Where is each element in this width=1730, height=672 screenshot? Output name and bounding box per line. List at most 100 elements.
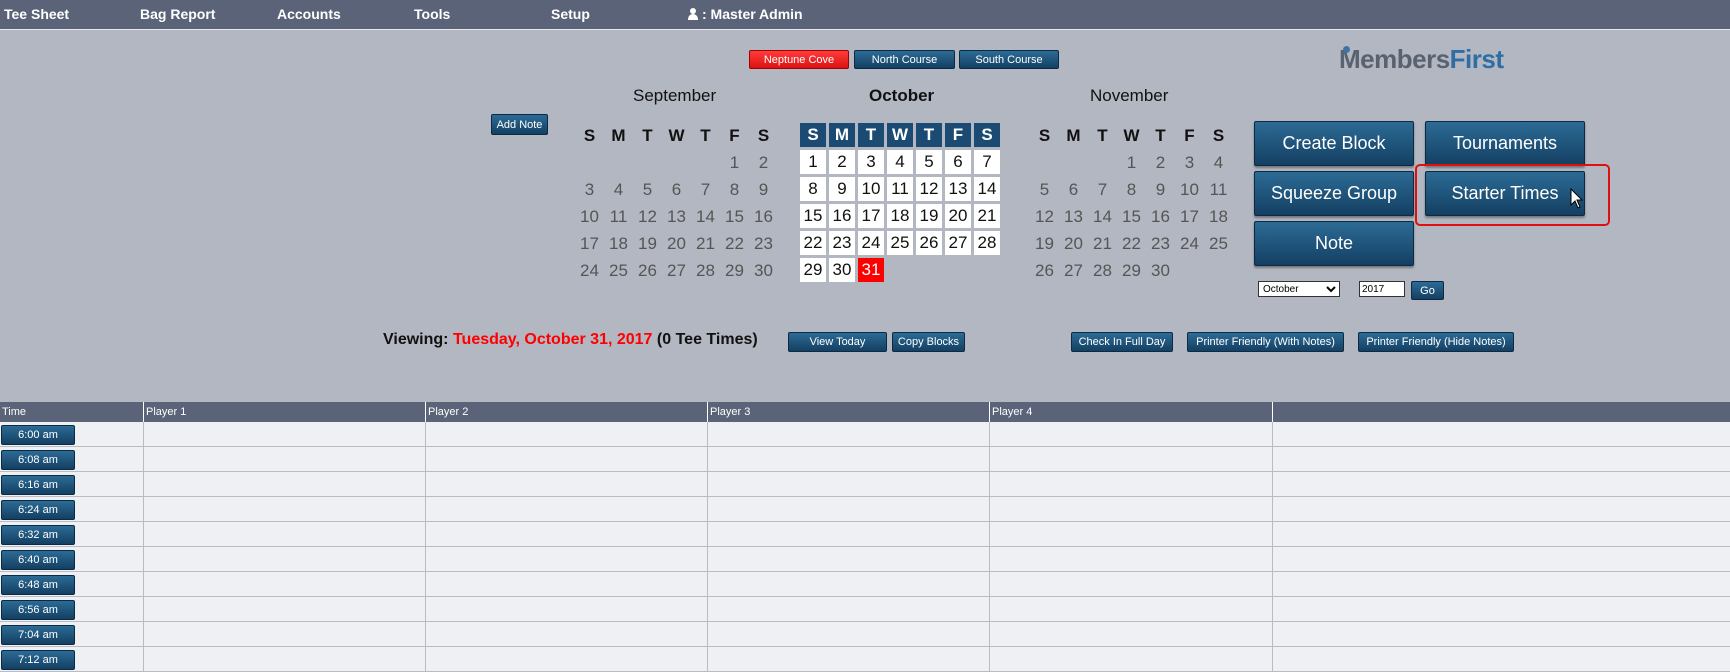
calendar-october-day[interactable]: 8 [800,177,826,201]
course-tab-neptune-cove[interactable]: Neptune Cove [749,50,849,69]
calendar-september-day[interactable]: 16 [750,204,777,229]
printer-friendly-with-notes-button[interactable]: Printer Friendly (With Notes) [1187,332,1344,352]
calendar-october-day[interactable]: 19 [916,204,942,228]
calendar-october-day[interactable]: 20 [945,204,971,228]
tee-time-button[interactable]: 6:32 am [1,525,75,545]
calendar-november-day[interactable]: 1 [1118,150,1145,175]
month-select[interactable]: October [1258,281,1340,297]
copy-blocks-button[interactable]: Copy Blocks [892,332,965,352]
calendar-september-day[interactable]: 13 [663,204,690,229]
calendar-november-day[interactable]: 2 [1147,150,1174,175]
calendar-november-day[interactable]: 7 [1089,177,1116,202]
calendar-october-day[interactable]: 10 [858,177,884,201]
calendar-october-day[interactable]: 6 [945,150,971,174]
calendar-october-day[interactable]: 2 [829,150,855,174]
tee-time-button[interactable]: 6:08 am [1,450,75,470]
calendar-october-day[interactable]: 26 [916,231,942,255]
calendar-september-day[interactable]: 21 [692,231,719,256]
calendar-september-day[interactable]: 17 [576,231,603,256]
calendar-november-day[interactable]: 10 [1176,177,1203,202]
calendar-november-day[interactable]: 8 [1118,177,1145,202]
calendar-september-day[interactable]: 24 [576,258,603,283]
calendar-november-day[interactable]: 26 [1031,258,1058,283]
calendar-september-day[interactable]: 18 [605,231,632,256]
calendar-september-day[interactable]: 4 [605,177,632,202]
calendar-november-day[interactable]: 14 [1089,204,1116,229]
nav-setup[interactable]: Setup [551,6,590,22]
tee-time-button[interactable]: 6:16 am [1,475,75,495]
calendar-november-day[interactable]: 24 [1176,231,1203,256]
calendar-november-day[interactable]: 30 [1147,258,1174,283]
calendar-october-day[interactable]: 13 [945,177,971,201]
nav-bag-report[interactable]: Bag Report [140,6,215,22]
calendar-october-day[interactable]: 12 [916,177,942,201]
nav-tools[interactable]: Tools [414,6,450,22]
calendar-november-day[interactable]: 21 [1089,231,1116,256]
calendar-november-day[interactable]: 5 [1031,177,1058,202]
calendar-october-day[interactable]: 22 [800,231,826,255]
calendar-september-day[interactable]: 11 [605,204,632,229]
tee-time-button[interactable]: 7:12 am [1,650,75,670]
calendar-october-day[interactable]: 27 [945,231,971,255]
tee-time-button[interactable]: 6:00 am [1,425,75,445]
calendar-november-day[interactable]: 6 [1060,177,1087,202]
note-button[interactable]: Note [1254,221,1414,266]
calendar-october-day[interactable]: 14 [974,177,1000,201]
tee-time-button[interactable]: 6:48 am [1,575,75,595]
calendar-november-day[interactable]: 29 [1118,258,1145,283]
calendar-september-day[interactable]: 10 [576,204,603,229]
calendar-september-day[interactable]: 2 [750,150,777,175]
calendar-september-day[interactable]: 29 [721,258,748,283]
calendar-september-day[interactable]: 23 [750,231,777,256]
calendar-november-day[interactable]: 27 [1060,258,1087,283]
calendar-october-day[interactable]: 1 [800,150,826,174]
calendar-november-day[interactable]: 18 [1205,204,1232,229]
calendar-october-day[interactable]: 16 [829,204,855,228]
tournaments-button[interactable]: Tournaments [1425,121,1585,166]
nav-accounts[interactable]: Accounts [277,6,341,22]
calendar-september-day[interactable]: 26 [634,258,661,283]
calendar-september-day[interactable]: 12 [634,204,661,229]
calendar-september-day[interactable]: 25 [605,258,632,283]
calendar-october-day[interactable]: 29 [800,258,826,282]
calendar-october-day[interactable]: 30 [829,258,855,282]
calendar-october-day[interactable]: 24 [858,231,884,255]
calendar-october-day[interactable]: 7 [974,150,1000,174]
calendar-november-day[interactable]: 9 [1147,177,1174,202]
tee-time-button[interactable]: 6:56 am [1,600,75,620]
course-tab-south-course[interactable]: South Course [959,50,1059,69]
calendar-november-day[interactable]: 19 [1031,231,1058,256]
create-block-button[interactable]: Create Block [1254,121,1414,166]
calendar-november-day[interactable]: 23 [1147,231,1174,256]
calendar-september-day[interactable]: 3 [576,177,603,202]
calendar-september-day[interactable]: 9 [750,177,777,202]
calendar-november-day[interactable]: 4 [1205,150,1232,175]
calendar-september-day[interactable]: 7 [692,177,719,202]
calendar-september-day[interactable]: 30 [750,258,777,283]
go-button[interactable]: Go [1411,281,1444,300]
calendar-september-day[interactable]: 1 [721,150,748,175]
calendar-october-day[interactable]: 21 [974,204,1000,228]
course-tab-north-course[interactable]: North Course [854,50,955,69]
check-in-full-day-button[interactable]: Check In Full Day [1071,332,1173,352]
calendar-november-day[interactable]: 25 [1205,231,1232,256]
tee-time-button[interactable]: 6:24 am [1,500,75,520]
printer-friendly-hide-notes-button[interactable]: Printer Friendly (Hide Notes) [1358,332,1514,352]
calendar-november-day[interactable]: 12 [1031,204,1058,229]
tee-time-button[interactable]: 7:04 am [1,625,75,645]
nav-tee-sheet[interactable]: Tee Sheet [4,6,69,22]
calendar-november-day[interactable]: 28 [1089,258,1116,283]
calendar-october-day[interactable]: 28 [974,231,1000,255]
calendar-october-day[interactable]: 9 [829,177,855,201]
calendar-november-day[interactable]: 3 [1176,150,1203,175]
calendar-november-day[interactable]: 16 [1147,204,1174,229]
year-input[interactable] [1359,281,1405,297]
calendar-november-day[interactable]: 13 [1060,204,1087,229]
calendar-october-day[interactable]: 5 [916,150,942,174]
calendar-october-day[interactable]: 11 [887,177,913,201]
calendar-september-day[interactable]: 15 [721,204,748,229]
calendar-september-day[interactable]: 28 [692,258,719,283]
calendar-september-day[interactable]: 27 [663,258,690,283]
nav-user[interactable]: : Master Admin [688,6,803,22]
calendar-september-day[interactable]: 8 [721,177,748,202]
